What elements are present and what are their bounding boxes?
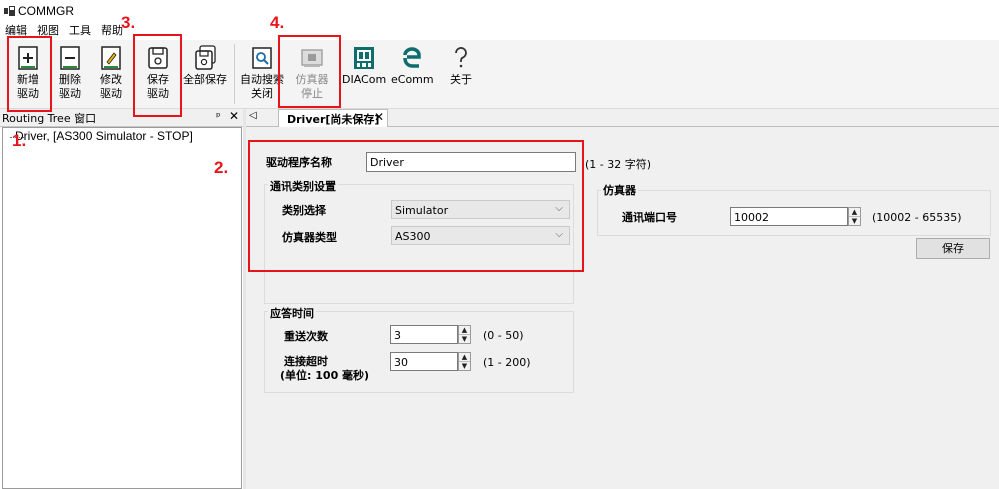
connect-timeout-range: (1 - 200) bbox=[483, 356, 531, 369]
response-time-title: 应答时间 bbox=[268, 305, 316, 321]
spin-down-icon[interactable]: ▼ bbox=[849, 217, 860, 226]
driver-name-range: (1 - 32 字符) bbox=[585, 158, 652, 171]
port-range: (10002 - 65535) bbox=[872, 211, 962, 224]
edit-driver-icon bbox=[101, 46, 121, 70]
annotation-box-3 bbox=[133, 34, 182, 117]
diacom-button[interactable]: DIACom bbox=[342, 42, 386, 106]
spin-down-icon[interactable]: ▼ bbox=[459, 335, 470, 344]
ecomm-button[interactable]: eComm bbox=[391, 42, 434, 106]
retry-count-label: 重送次数 bbox=[284, 330, 328, 343]
toolbar-separator bbox=[234, 44, 235, 104]
save-all-button[interactable]: 全部保存 bbox=[182, 42, 228, 106]
port-label: 通讯端口号 bbox=[622, 211, 677, 224]
annotation-label-3: 3. bbox=[121, 13, 136, 32]
ecomm-icon bbox=[403, 47, 421, 68]
delete-driver-button[interactable]: 删除 驱动 bbox=[50, 42, 90, 106]
pin-icon[interactable]: ᵖ bbox=[216, 110, 221, 123]
tab-driver-label: Driver[尚未保存] bbox=[287, 113, 380, 126]
menu-tools[interactable]: 工具 bbox=[64, 22, 96, 40]
edit-driver-button[interactable]: 修改 驱动 bbox=[91, 42, 131, 106]
annotation-box-2 bbox=[248, 140, 584, 272]
annotation-label-4: 4. bbox=[270, 13, 285, 32]
connect-timeout-input[interactable]: 30 bbox=[390, 352, 458, 371]
about-button[interactable]: 关于 bbox=[445, 42, 477, 106]
connect-timeout-stepper[interactable]: ▲ ▼ bbox=[458, 352, 471, 371]
spin-up-icon[interactable]: ▲ bbox=[459, 353, 470, 362]
routing-tree-title: Routing Tree 窗口 bbox=[2, 112, 97, 125]
spin-down-icon[interactable]: ▼ bbox=[459, 362, 470, 371]
retry-count-input[interactable]: 3 bbox=[390, 325, 458, 344]
annotation-box-4 bbox=[278, 35, 341, 108]
save-button[interactable]: 保存 bbox=[916, 238, 990, 259]
app-icon bbox=[4, 6, 15, 16]
about-icon bbox=[455, 47, 467, 68]
spin-up-icon[interactable]: ▲ bbox=[849, 208, 860, 217]
title-bar: COMMGR bbox=[0, 0, 999, 22]
diacom-icon bbox=[354, 47, 374, 69]
annotation-label-2: 2. bbox=[214, 158, 229, 177]
retry-count-stepper[interactable]: ▲ ▼ bbox=[458, 325, 471, 344]
auto-search-icon bbox=[252, 47, 272, 69]
annotation-label-1: 1. bbox=[12, 131, 27, 150]
delete-driver-icon bbox=[60, 46, 80, 70]
port-stepper[interactable]: ▲ ▼ bbox=[848, 207, 861, 226]
annotation-box-1 bbox=[7, 36, 52, 112]
connect-timeout-unit: (单位: 100 毫秒) bbox=[280, 369, 370, 382]
tree-item-driver[interactable]: Driver, [AS300 Simulator - STOP] bbox=[15, 129, 193, 143]
tab-close-icon[interactable]: ✕ bbox=[374, 110, 384, 124]
tab-scroll-left-icon[interactable]: ◁ bbox=[249, 110, 257, 121]
simulator-group-title: 仿真器 bbox=[601, 182, 638, 198]
save-all-icon bbox=[195, 45, 216, 70]
window-title: COMMGR bbox=[18, 4, 74, 18]
routing-tree[interactable] bbox=[2, 127, 242, 489]
retry-count-range: (0 - 50) bbox=[483, 329, 524, 342]
close-icon[interactable]: ✕ bbox=[229, 109, 239, 123]
spin-up-icon[interactable]: ▲ bbox=[459, 326, 470, 335]
port-input[interactable]: 10002 bbox=[730, 207, 848, 226]
